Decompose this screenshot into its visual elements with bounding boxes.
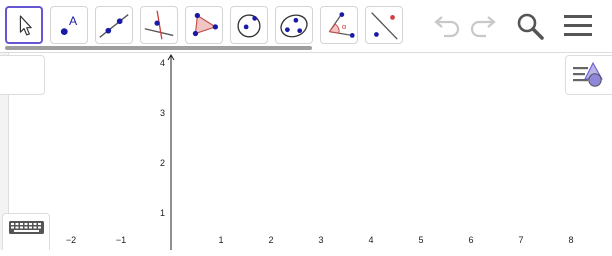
y-axis-tick-label: 3 [160,108,165,118]
reflect-tool-button[interactable] [365,6,403,44]
style-bar-toggle-icon [573,61,603,87]
hamburger-menu-icon [564,15,592,36]
graphics-view[interactable]: −2 −1 1 2 3 4 5 6 7 8 1 2 3 4 [0,53,612,250]
angle-icon: α [328,12,355,38]
undo-icon [434,16,460,38]
point-tool-label: A [69,14,78,28]
angle-tool-label: α [342,22,347,31]
x-axis-tick-label: 7 [518,235,523,245]
x-axis-tick-label: 6 [468,235,473,245]
x-axis-tick-label: 8 [568,235,573,245]
keyboard-button[interactable] [2,213,50,250]
y-axis-tick-label: 4 [160,58,165,68]
polygon-icon [192,12,219,37]
x-axis-tick-label: 2 [268,235,273,245]
x-axis-tick-label: −2 [66,235,76,245]
search-button[interactable] [512,8,548,44]
toolbar-scrollbar[interactable] [5,46,312,50]
y-axis-tick-label: 2 [160,158,165,168]
keyboard-icon [9,221,44,234]
undo-button[interactable] [428,8,464,44]
line-tool-button[interactable] [95,6,133,44]
cursor-arrow-icon [19,15,32,36]
line-through-points-icon [99,14,129,38]
move-tool-button[interactable] [5,6,43,44]
ellipse-icon [280,14,308,38]
circle-center-point-icon [237,14,261,38]
x-axis-tick-label: 4 [368,235,373,245]
menu-button[interactable] [560,8,596,44]
perpendicular-line-tool-button[interactable] [140,6,178,44]
redo-icon [470,16,496,38]
point-label-icon: A [60,14,78,36]
x-axis-tick-label: 5 [418,235,423,245]
x-axis-tick-label: −1 [116,235,126,245]
redo-button[interactable] [466,8,502,44]
y-axis-tick-label: 1 [160,208,165,218]
conic-tool-button[interactable] [275,6,313,44]
perpendicular-line-icon [144,10,174,40]
point-tool-button[interactable]: A [50,6,88,44]
toolbar: A α [0,0,612,53]
algebra-panel-tab[interactable] [0,55,45,95]
polygon-tool-button[interactable] [185,6,223,44]
style-bar-button[interactable] [565,55,612,95]
x-axis-tick-label: 3 [318,235,323,245]
circle-tool-button[interactable] [230,6,268,44]
angle-tool-button[interactable]: α [320,6,358,44]
search-icon [517,13,544,40]
x-axis-tick-label: 1 [218,235,223,245]
reflect-about-line-icon [371,12,398,40]
